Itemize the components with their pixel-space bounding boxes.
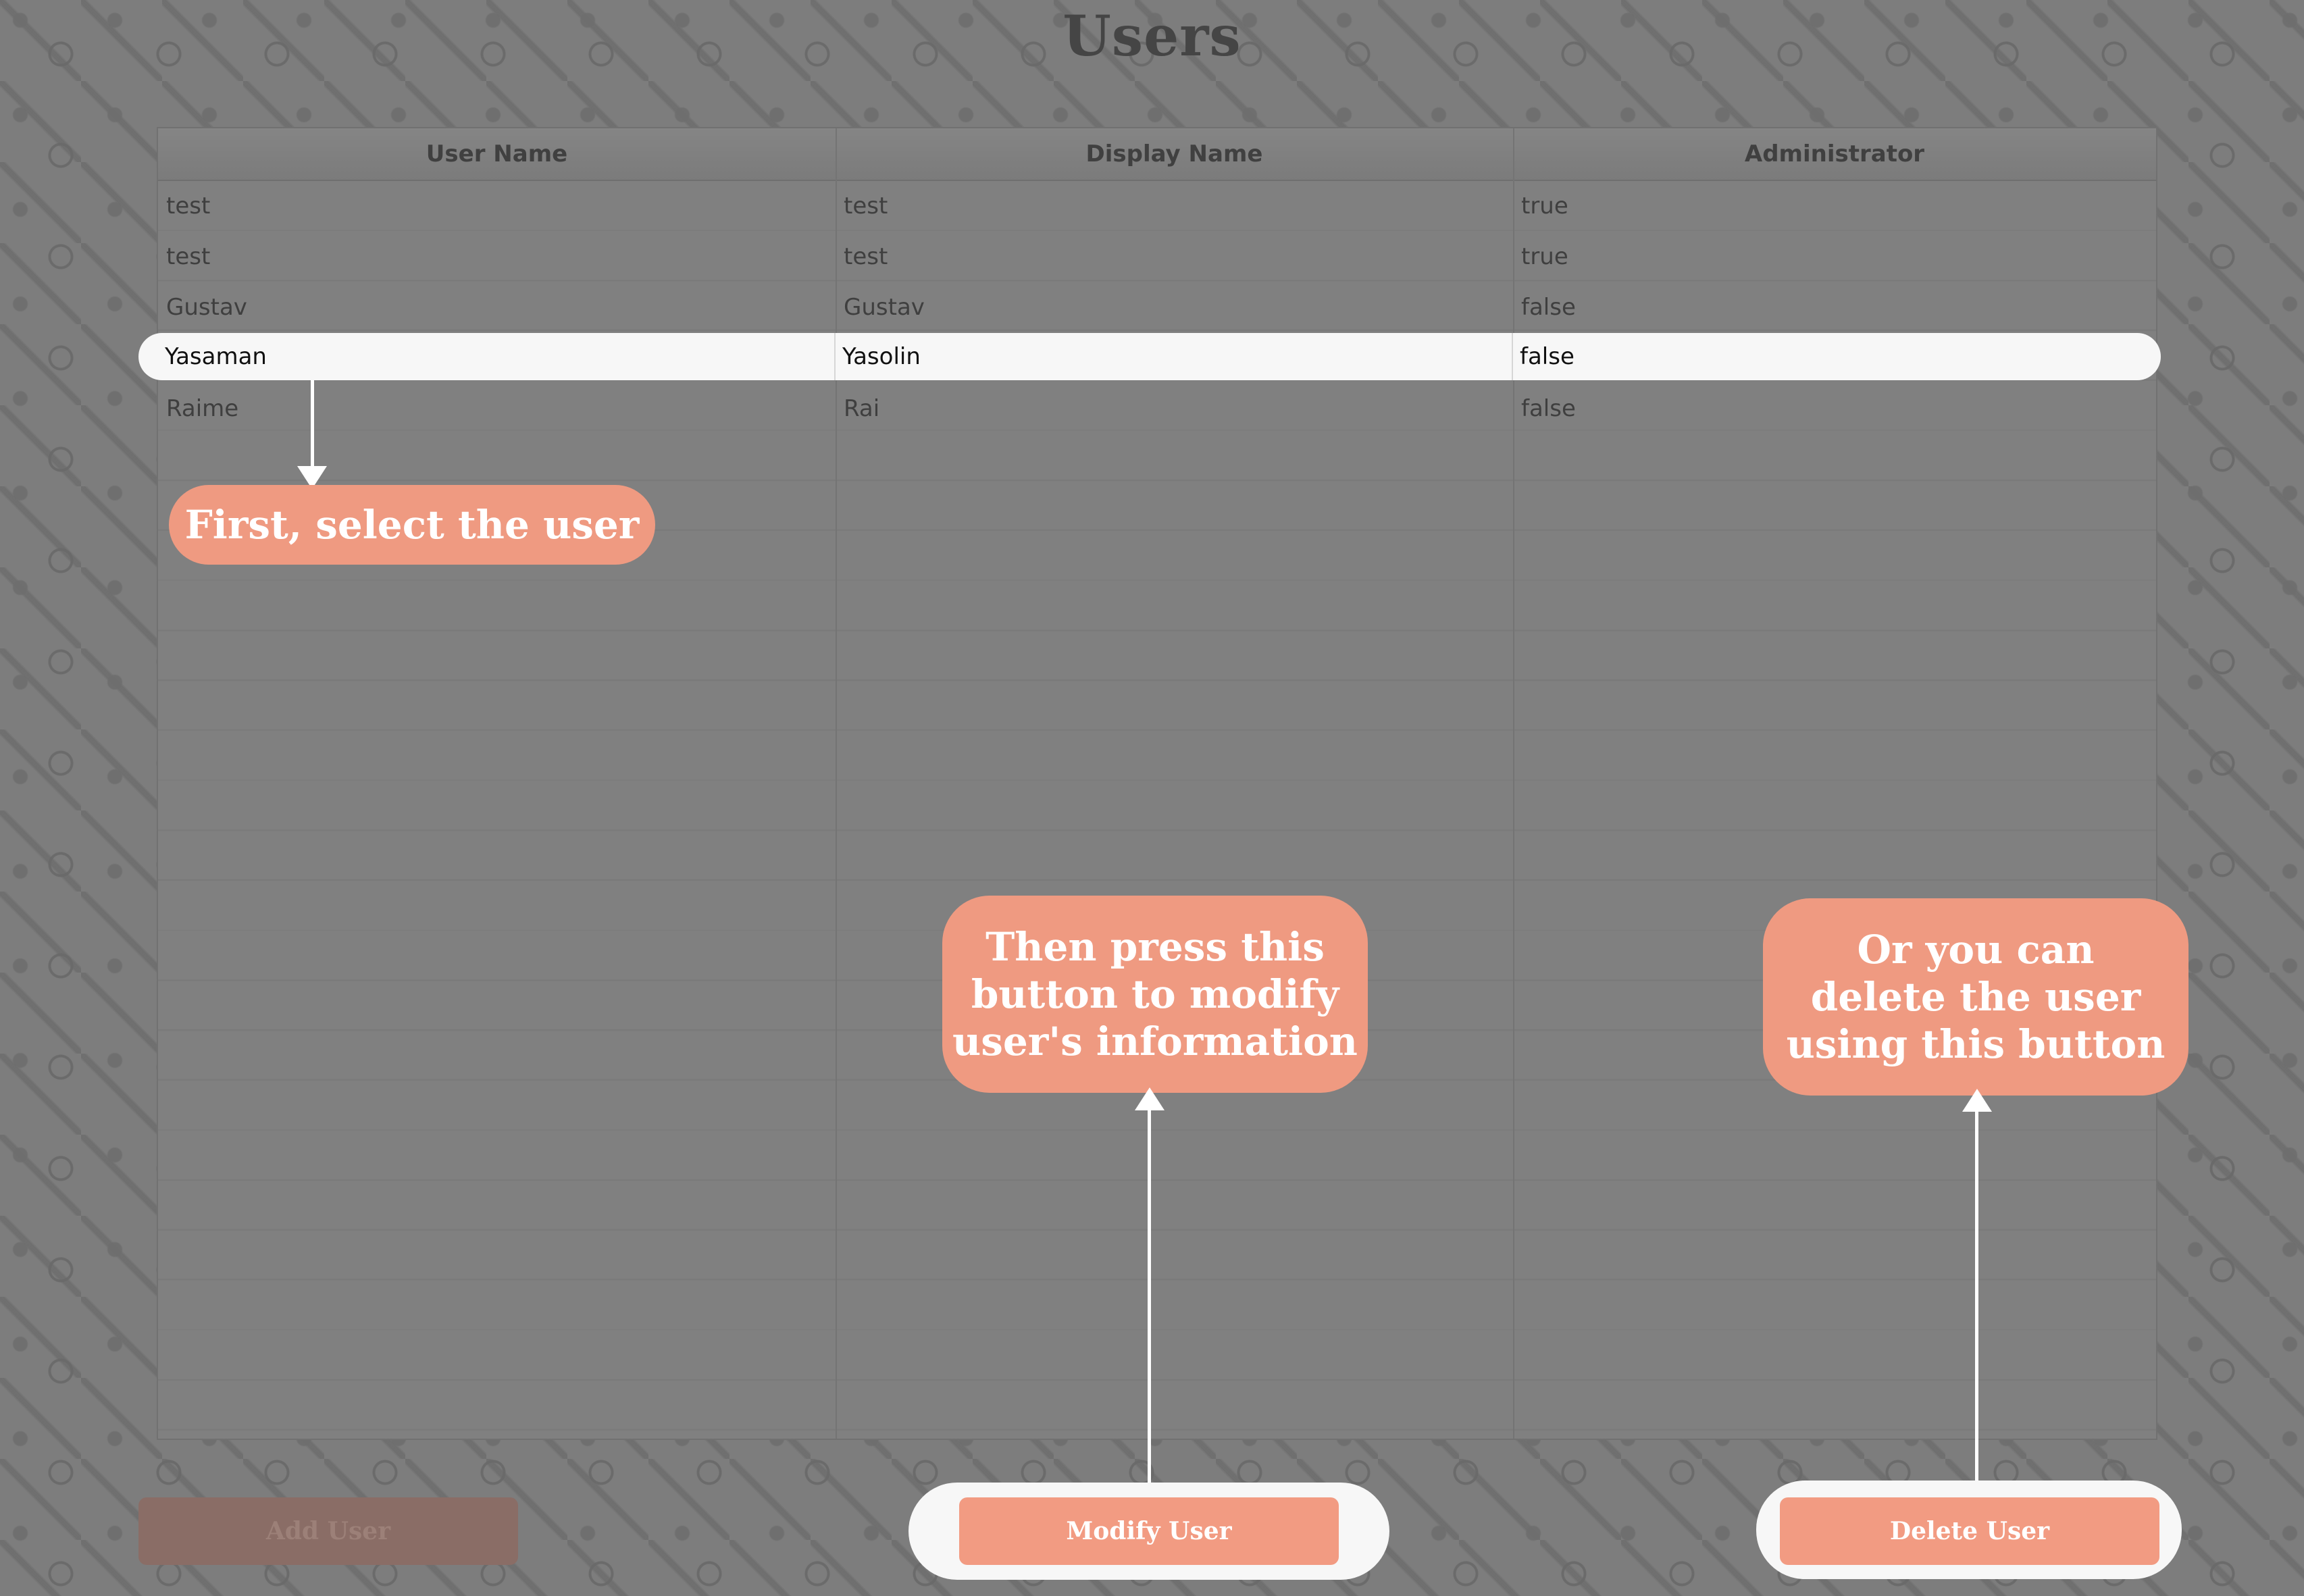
arrow-up-icon [1962, 1089, 1992, 1112]
cell-administrator: false [1521, 395, 1576, 422]
table-row[interactable]: test test true [158, 232, 2156, 282]
arrow-line [311, 380, 314, 468]
callout-modify-user: Then press this button to modify user's … [942, 896, 1368, 1093]
app-window: Users User Name Display Name Administrat… [0, 0, 2304, 1596]
cell-display-name: Rai [844, 395, 880, 422]
cell-display-name: test [844, 192, 888, 220]
cell-user-name: Gustav [166, 294, 247, 321]
cell-administrator: true [1521, 192, 1568, 220]
add-user-button[interactable]: Add User [138, 1497, 518, 1565]
callout-select-text: First, select the user [184, 502, 640, 548]
callout-delete-line-1: Or you can [1857, 927, 2095, 973]
page-title: Users [1063, 4, 1241, 69]
arrow-line [1975, 1109, 1978, 1489]
cell-user-name: test [166, 192, 211, 220]
column-header-administrator[interactable]: Administrator [1513, 128, 2156, 180]
callout-delete-user: Or you can delete the user using this bu… [1763, 898, 2188, 1096]
arrow-up-icon [1135, 1087, 1164, 1110]
callout-select-user: First, select the user [169, 485, 655, 565]
modify-user-button[interactable]: Modify User [959, 1497, 1339, 1565]
callout-modify-line-1: Then press this [985, 924, 1325, 970]
table-row[interactable]: Gustav Gustav false [158, 282, 2156, 332]
callout-delete-line-2: delete the user [1810, 974, 2141, 1020]
table-header: User Name Display Name Administrator [158, 128, 2156, 181]
cell-user-name: Raime [166, 395, 239, 422]
callout-modify-line-3: user's information [952, 1019, 1358, 1064]
cell-user-name: Yasaman [165, 343, 267, 370]
cell-display-name: Gustav [844, 294, 925, 321]
cell-administrator: false [1520, 343, 1575, 370]
arrow-line [1148, 1108, 1151, 1489]
cell-display-name: test [844, 243, 888, 270]
cell-user-name: test [166, 243, 211, 270]
cell-display-name: Yasolin [842, 343, 921, 370]
cell-administrator: true [1521, 243, 1568, 270]
table-row[interactable]: test test true [158, 181, 2156, 231]
cell-administrator: false [1521, 294, 1576, 321]
delete-user-button[interactable]: Delete User [1780, 1497, 2159, 1565]
column-header-display-name[interactable]: Display Name [836, 128, 1513, 180]
table-row[interactable]: Raime Rai false [158, 384, 2156, 434]
callout-delete-line-3: using this button [1786, 1021, 2166, 1067]
table-row-selected[interactable]: Yasaman Yasolin false [138, 333, 2161, 380]
callout-modify-line-2: button to modify [971, 971, 1339, 1017]
column-header-user-name[interactable]: User Name [158, 128, 836, 180]
users-table: User Name Display Name Administrator tes… [157, 127, 2157, 1440]
